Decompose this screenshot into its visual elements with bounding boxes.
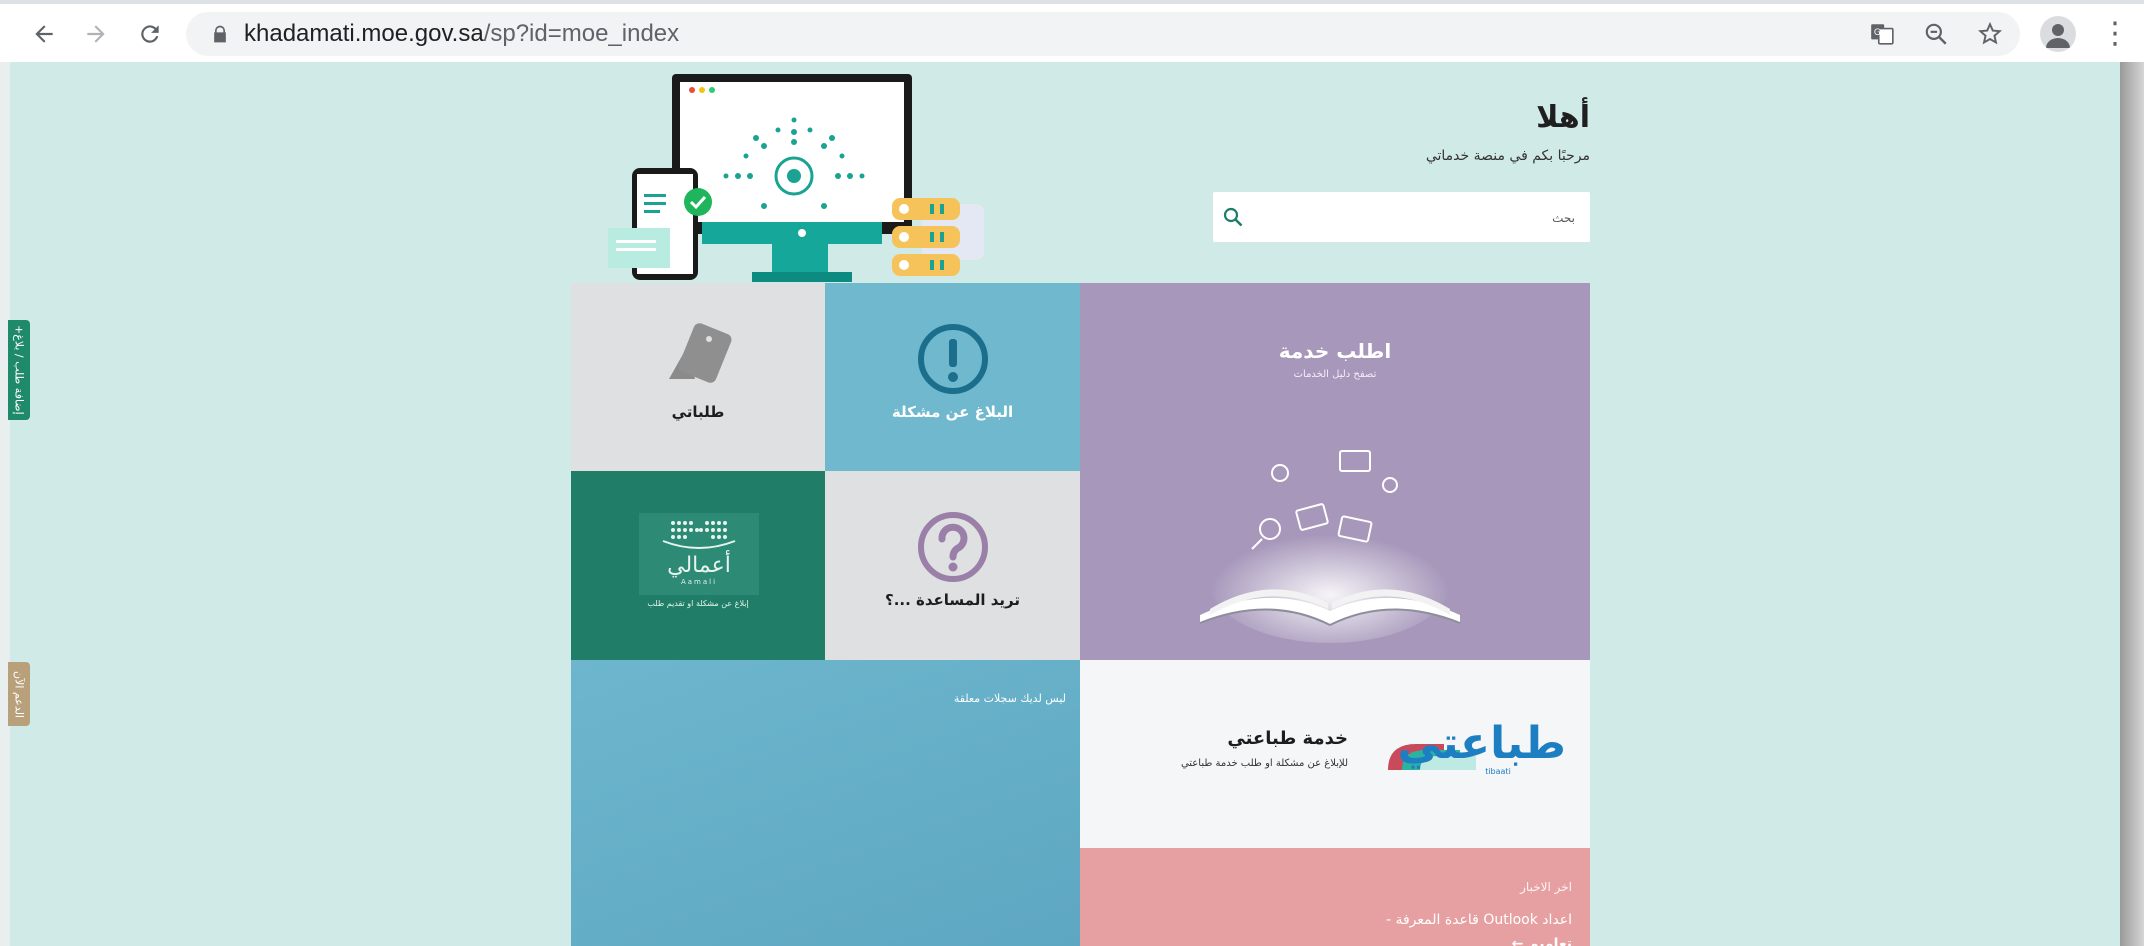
search-box — [1213, 192, 1590, 244]
add-request-side-tab[interactable]: +إضافة طلب / بلاغ — [8, 320, 30, 420]
scrollbar[interactable] — [2120, 62, 2144, 946]
svg-text:tibaati: tibaati — [1485, 767, 1511, 776]
left-edge — [0, 62, 10, 946]
need-help-tile[interactable]: تريد المساعدة ...؟ — [825, 471, 1080, 660]
no-pending-records-text: ليس لديك سجلات معلقة — [953, 692, 1066, 705]
tibaati-title: خدمة طباعتي — [1227, 728, 1348, 749]
exclamation-icon — [918, 324, 988, 394]
tibaati-logo-icon: طباعتي tibaati — [1388, 718, 1566, 776]
open-book-icon — [1199, 450, 1461, 643]
request-service-subtitle: تصفح دليل الخدمات — [1293, 369, 1377, 380]
bookmark-star-icon[interactable] — [1976, 20, 2004, 48]
pending-records-panel: ليس لديك سجلات معلقة — [571, 660, 1080, 946]
tibaati-subtitle: للإبلاغ عن مشكلة او طلب خدمة طباعتي — [1180, 758, 1348, 769]
request-service-tile[interactable]: اطلب خدمة تصفح دليل الخدمات — [1080, 283, 1590, 660]
aamali-label: إبلاغ عن مشكلة او تقديم طلب — [647, 599, 749, 608]
back-icon[interactable] — [24, 14, 64, 54]
question-icon — [918, 512, 988, 582]
request-service-title: اطلب خدمة — [1278, 339, 1392, 363]
aamali-logo-text: أعمالي Aamali — [667, 553, 731, 586]
welcome-text: مرحبًا بكم في منصة خدماتي — [1425, 148, 1590, 164]
browser-toolbar: khadamati.moe.gov.sa/sp?id=moe_index G ⋮ — [0, 4, 2144, 62]
forward-icon[interactable] — [76, 14, 116, 54]
tag-icon — [669, 323, 732, 383]
report-problem-label: البلاغ عن مشكلة — [891, 403, 1014, 421]
zoom-out-icon[interactable] — [1922, 20, 1950, 48]
need-help-label: تريد المساعدة ...؟ — [885, 591, 1020, 609]
address-bar[interactable]: khadamati.moe.gov.sa/sp?id=moe_index G — [186, 12, 2020, 56]
translate-icon[interactable]: G — [1868, 20, 1896, 48]
tibaati-service-tile[interactable]: خدمة طباعتي للإبلاغ عن مشكلة او طلب خدمة… — [1080, 660, 1590, 848]
support-side-tab[interactable]: الدعم الآن — [8, 662, 30, 726]
svg-text:طباعتي: طباعتي — [1398, 718, 1566, 769]
hero-illustration — [608, 74, 984, 282]
page-title: أهلا — [1536, 100, 1590, 135]
my-orders-tile[interactable]: طلباتي — [571, 283, 825, 471]
svg-text:G: G — [1874, 28, 1881, 38]
search-input[interactable] — [1253, 192, 1577, 244]
latest-news-tile: اخر الاخبار اعداد Outlook قاعدة المعرفة … — [1080, 848, 1590, 946]
lock-icon — [214, 25, 226, 43]
news-item-link-2[interactable]: تعاميم ← — [1512, 936, 1572, 946]
url-text: khadamati.moe.gov.sa/sp?id=moe_index — [244, 20, 680, 47]
profile-avatar-icon[interactable] — [2040, 16, 2076, 52]
news-item-link[interactable]: اعداد Outlook قاعدة المعرفة - — [1386, 912, 1572, 928]
reload-icon[interactable] — [130, 14, 170, 54]
search-icon[interactable] — [1221, 205, 1245, 229]
aamali-tile[interactable]: أعمالي Aamali إبلاغ عن مشكلة او تقديم طلب — [571, 471, 825, 660]
report-problem-tile[interactable]: البلاغ عن مشكلة — [825, 283, 1080, 471]
browser-menu-icon[interactable]: ⋮ — [2100, 16, 2130, 52]
news-heading: اخر الاخبار — [1520, 880, 1572, 894]
my-orders-label: طلباتي — [671, 403, 725, 421]
